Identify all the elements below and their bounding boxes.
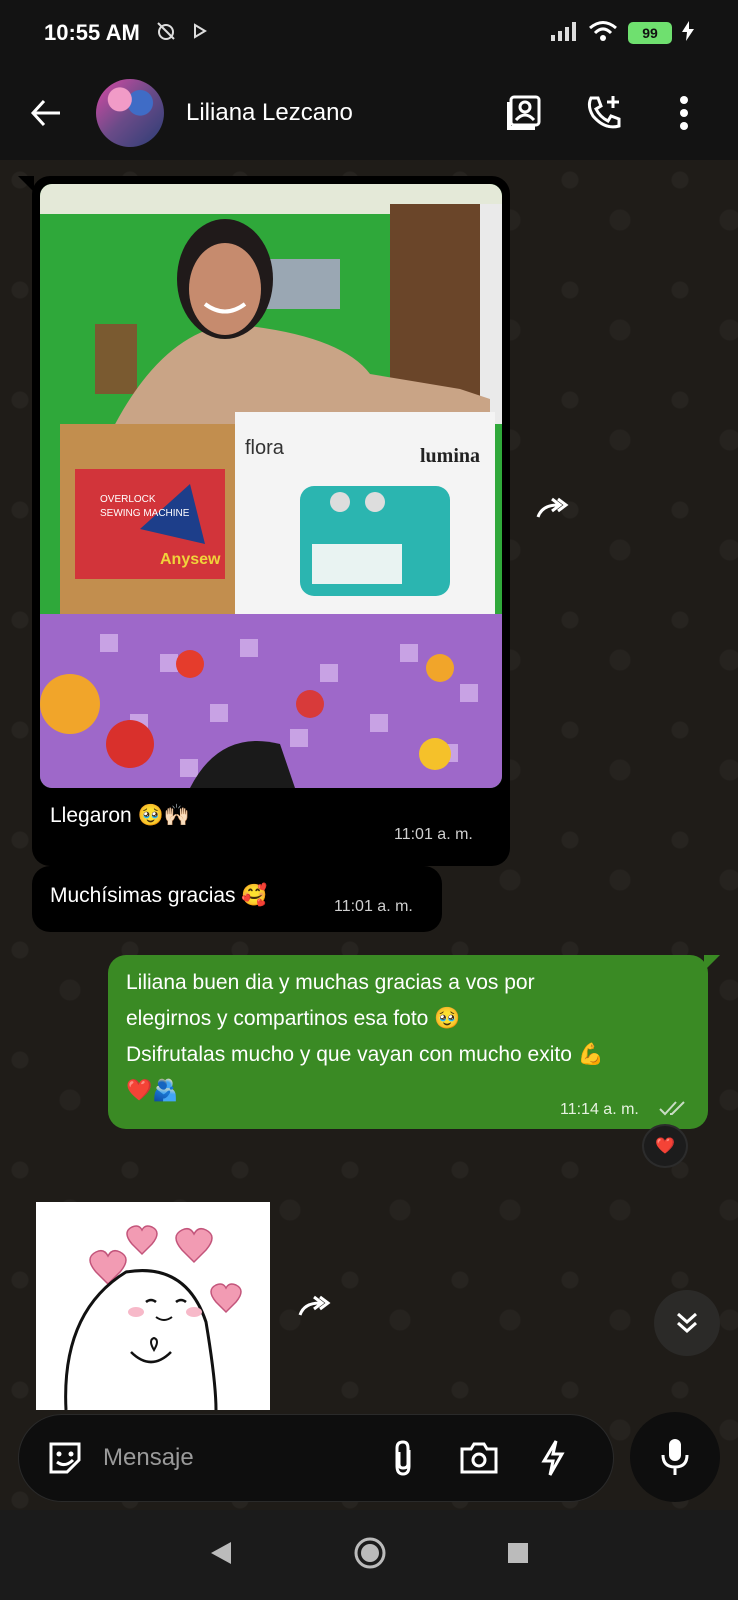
contact-card-icon <box>507 95 541 130</box>
status-bar: 10:55 AM 99 <box>0 0 738 66</box>
arrow-left-icon <box>30 99 60 127</box>
chat-area[interactable]: OVERLOCK SEWING MACHINE Anysew flora lum… <box>0 160 738 1510</box>
message-text-line: ❤️🫂 <box>126 1079 179 1102</box>
svg-text:lumina: lumina <box>420 445 480 467</box>
quick-reply-button[interactable] <box>525 1430 581 1486</box>
sticker-button[interactable] <box>37 1430 93 1486</box>
avatar[interactable] <box>96 79 164 147</box>
wifi-icon <box>588 20 618 47</box>
svg-text:Anysew: Anysew <box>160 551 221 568</box>
photo-caption: Llegaron 🥹🙌🏻 <box>50 804 190 827</box>
alarm-off-icon <box>154 19 178 48</box>
contact-name[interactable]: Liliana Lezcano <box>186 99 353 127</box>
system-nav-bar <box>0 1510 738 1600</box>
circle-home-icon <box>354 1537 386 1568</box>
nav-back-button[interactable] <box>209 1540 233 1571</box>
message-time: 11:01 a. m. <box>334 898 413 915</box>
message-time: 11:01 a. m. <box>394 826 473 843</box>
message-text-line: Dsifrutalas mucho y que vayan con mucho … <box>126 1043 604 1066</box>
status-time: 10:55 AM <box>44 20 140 45</box>
message-input[interactable] <box>103 1444 353 1472</box>
sticker-message[interactable] <box>36 1202 270 1411</box>
message-text-line: elegirnos y compartinos esa foto 🥹 <box>126 1007 461 1030</box>
camera-button[interactable] <box>451 1430 507 1486</box>
incoming-message-bubble[interactable]: Muchísimas gracias 🥰 11:01 a. m. <box>32 866 442 932</box>
more-vertical-icon <box>680 96 688 130</box>
nav-home-button[interactable] <box>353 1536 387 1575</box>
forward-button[interactable] <box>292 1280 344 1332</box>
square-recents-icon <box>508 1542 528 1563</box>
double-check-icon <box>658 1099 690 1122</box>
battery-indicator: 99 <box>628 22 672 44</box>
more-options-button[interactable] <box>652 81 716 145</box>
forward-button[interactable] <box>530 482 582 534</box>
svg-text:SEWING MACHINE: SEWING MACHINE <box>100 508 190 519</box>
message-text-line: Liliana buen dia y muchas gracias a vos … <box>126 971 535 994</box>
forward-icon <box>298 1295 331 1316</box>
play-icon <box>192 22 208 44</box>
attach-button[interactable] <box>375 1430 431 1486</box>
photo-attachment[interactable]: OVERLOCK SEWING MACHINE Anysew flora lum… <box>40 184 502 788</box>
photo-message-bubble[interactable]: OVERLOCK SEWING MACHINE Anysew flora lum… <box>18 176 510 866</box>
add-call-button[interactable] <box>572 81 636 145</box>
signal-icon <box>550 21 578 46</box>
charging-icon <box>682 20 694 46</box>
outgoing-message-bubble[interactable]: Liliana buen dia y muchas gracias a vos … <box>108 955 720 1129</box>
video-call-button[interactable] <box>492 81 556 145</box>
message-time: 11:14 a. m. <box>560 1101 639 1118</box>
scroll-to-bottom-button[interactable] <box>654 1290 720 1356</box>
triangle-back-icon <box>211 1541 231 1564</box>
svg-text:OVERLOCK: OVERLOCK <box>100 494 156 505</box>
chat-header: Liliana Lezcano <box>0 66 738 160</box>
forward-icon <box>536 497 569 518</box>
camera-icon <box>460 1442 498 1474</box>
microphone-icon <box>661 1439 689 1475</box>
reaction-badge[interactable]: ❤️ <box>642 1124 688 1168</box>
svg-text:flora: flora <box>245 437 285 459</box>
sticker-icon <box>49 1442 81 1474</box>
nav-recents-button[interactable] <box>507 1542 529 1569</box>
phone-plus-icon <box>587 96 621 129</box>
message-text: Muchísimas gracias 🥰 <box>50 884 268 907</box>
paperclip-icon <box>395 1440 411 1476</box>
double-chevron-down-icon <box>677 1312 697 1334</box>
voice-message-button[interactable] <box>630 1412 720 1502</box>
message-composer <box>18 1414 614 1502</box>
lightning-icon <box>541 1440 565 1476</box>
back-button[interactable] <box>16 83 76 143</box>
